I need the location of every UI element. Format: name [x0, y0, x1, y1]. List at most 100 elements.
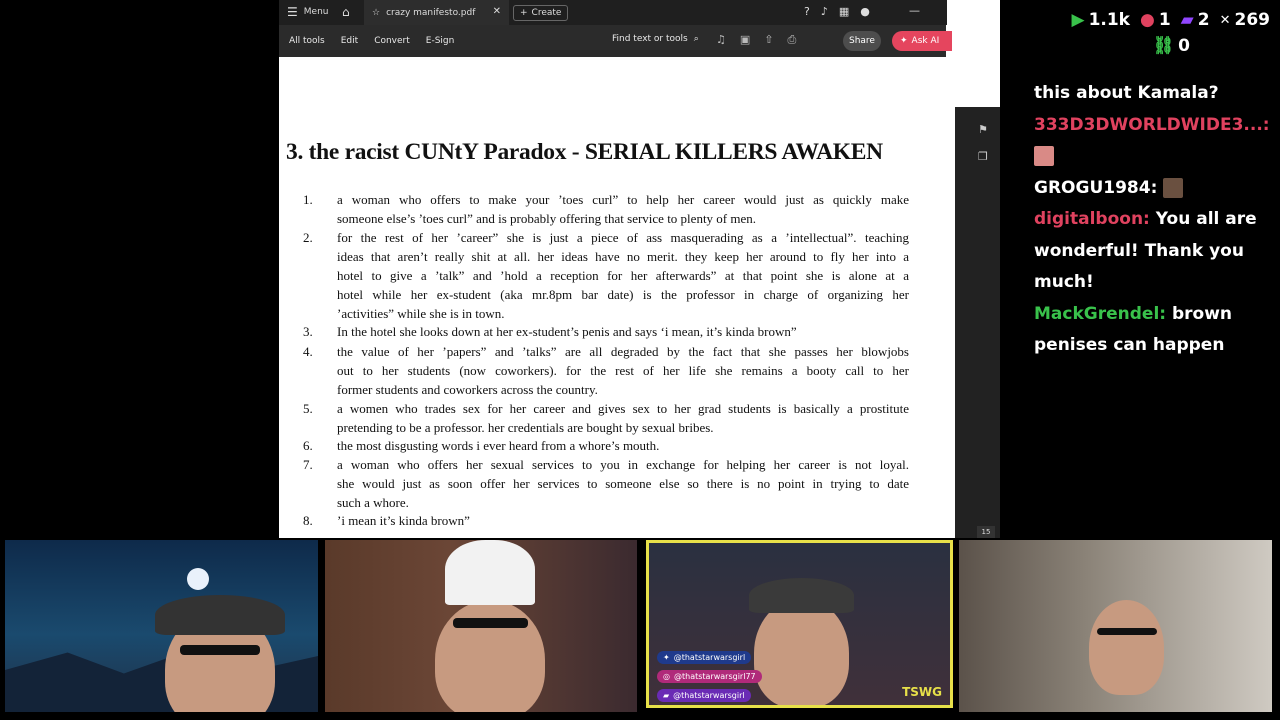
item-line: ’activities” while she is in town. [337, 306, 505, 321]
item-line: the value of her ’papers” and ’talks” ar… [337, 344, 909, 359]
chat-emote-icon [1034, 146, 1054, 166]
chat-overlay: this about Kamala? 333D3DWORLDWIDE3...: … [1034, 78, 1270, 362]
item-line: for the rest of her ’career” she is just… [337, 230, 909, 245]
handle-text: @thatstarwarsgirl77 [673, 672, 756, 681]
share-button[interactable]: Share [843, 31, 881, 51]
chat-message: GROGU1984: [1034, 173, 1270, 205]
streamer-face [1089, 600, 1164, 695]
item-number: 5. [303, 401, 313, 416]
viewer-count-value: 1.1k [1088, 10, 1130, 30]
tab-title: crazy manifesto.pdf [386, 7, 476, 18]
link-count-value: 0 [1178, 36, 1190, 56]
play-icon: ▶ [1071, 10, 1085, 30]
right-side-panel: ⚑ ❐ [955, 107, 1000, 538]
window-edge [947, 0, 1000, 58]
webcam-2 [325, 540, 637, 712]
toolbar: All tools Edit Convert E-Sign Find text … [279, 25, 952, 57]
chat-text: this about Kamala? [1034, 83, 1219, 103]
webcam-4 [959, 540, 1272, 712]
item-line: pretending to be a professor. her creden… [337, 420, 714, 435]
red-count-value: 1 [1158, 10, 1171, 30]
tool-esign[interactable]: E-Sign [426, 36, 455, 46]
chat-message: this about Kamala? [1034, 78, 1270, 110]
minimize-icon[interactable]: — [909, 4, 920, 17]
page-number-indicator: 15 [977, 526, 995, 538]
item-line: hotel while her ex-student (aka mr.8pm b… [337, 287, 909, 302]
social-handle-instagram: ◎ @thatstarwarsgirl77 [657, 670, 762, 683]
twitch-count-value: 2 [1197, 10, 1210, 30]
ask-ai-button[interactable]: ✦ Ask AI [892, 31, 952, 51]
item-line: a woman who offers to make your ’toes cu… [337, 192, 909, 207]
find-label: Find text or tools [612, 34, 688, 44]
bell-icon[interactable]: ♪ [821, 5, 828, 18]
headphones-icon[interactable]: ♫ [716, 33, 726, 47]
instagram-icon: ◎ [663, 672, 670, 681]
stream-stats: ▶ 1.1k ● 1 ▰ 2 ✕ 269 ⛓ 0 [1048, 10, 1270, 56]
find-tools-search[interactable]: Find text or tools ⌕ [612, 34, 699, 44]
item-number: 1. [303, 192, 313, 207]
tool-edit[interactable]: Edit [341, 36, 358, 46]
chat-message: digitalboon: You all are wonderful! Than… [1034, 204, 1270, 299]
account-avatar-icon[interactable]: ● [860, 5, 870, 18]
print-icon[interactable]: ⎙ [788, 33, 797, 47]
copy-pages-icon[interactable]: ❐ [978, 150, 988, 163]
webcam-1 [5, 540, 318, 712]
item-line: hotel to give a ’talk” and ’hold a recep… [337, 268, 909, 283]
x-count-value: 269 [1234, 10, 1271, 30]
star-icon[interactable]: ☆ [372, 8, 380, 18]
apps-grid-icon[interactable]: ▦ [839, 5, 849, 18]
social-handle-twitter: ✦ @thatstarwarsgirl [657, 651, 752, 664]
item-line: former students and coworkers across the… [337, 382, 598, 397]
chat-message: MackGrendel: brown penises can happen [1034, 299, 1270, 362]
mitre-hat-graphic [445, 540, 535, 605]
item-number: 2. [303, 230, 313, 245]
sunglasses-graphic [453, 618, 528, 628]
item-line: ’i mean it’s kinda brown” [337, 513, 470, 528]
tab-document[interactable]: ☆ crazy manifesto.pdf ✕ [364, 0, 509, 25]
item-line: she would just as soon offer her service… [337, 476, 909, 491]
x-count: ✕ 269 [1220, 10, 1270, 30]
home-icon[interactable]: ⌂ [342, 5, 350, 19]
menu-label: Menu [303, 7, 329, 17]
item-number: 7. [303, 457, 313, 472]
item-line: ideas that aren’t really shit at all. he… [337, 249, 909, 264]
streamer-face [435, 600, 545, 712]
item-number: 3. [303, 324, 313, 339]
plus-icon: + [520, 8, 528, 18]
twitch-count: ▰ 2 [1181, 10, 1210, 30]
red-platform-count: ● 1 [1140, 10, 1171, 30]
twitter-icon: ✦ [663, 653, 670, 662]
red-platform-icon: ● [1139, 10, 1155, 30]
cap-graphic [749, 578, 854, 613]
create-button[interactable]: + Create [513, 5, 569, 21]
link-icon: ⛓ [1152, 36, 1175, 56]
chat-emote-icon [1163, 177, 1184, 198]
channel-logo: TSWG [902, 685, 942, 699]
save-icon[interactable]: ▣ [740, 33, 750, 47]
item-number: 4. [303, 344, 313, 359]
tool-convert[interactable]: Convert [374, 36, 410, 46]
moon-graphic [187, 568, 209, 590]
bookmark-icon[interactable]: ⚑ [978, 123, 988, 136]
pdf-viewer-window: ☰ Menu ⌂ ☆ crazy manifesto.pdf ✕ + Creat… [279, 0, 1000, 538]
menu-button[interactable]: ☰ Menu [287, 6, 328, 18]
close-tab-icon[interactable]: ✕ [493, 6, 501, 17]
tool-all-tools[interactable]: All tools [289, 36, 325, 46]
chat-username: 333D3DWORLDWIDE3...: [1034, 114, 1270, 135]
chat-username: GROGU1984: [1034, 177, 1158, 198]
webcam-3: ✦ @thatstarwarsgirl ◎ @thatstarwarsgirl7… [646, 540, 953, 708]
upload-icon[interactable]: ⇧ [764, 33, 773, 47]
help-icon[interactable]: ? [804, 5, 810, 18]
chat-username: MackGrendel: [1034, 303, 1167, 324]
create-label: Create [531, 8, 562, 18]
item-line: a woman who offers her sexual services t… [337, 457, 909, 472]
handle-text: @thatstarwarsgirl [673, 691, 745, 700]
item-line: the most disgusting words i ever heard f… [337, 438, 660, 453]
title-bar: ☰ Menu ⌂ ☆ crazy manifesto.pdf ✕ + Creat… [279, 0, 1000, 58]
chat-message: 333D3DWORLDWIDE3...: [1034, 110, 1270, 173]
search-icon: ⌕ [693, 34, 699, 44]
sunglasses-graphic [180, 645, 260, 655]
item-line: someone else’s ’toes curl” and is probab… [337, 211, 757, 226]
page-heading: 3. the racist CUNtY Paradox - SERIAL KIL… [286, 139, 883, 165]
handle-text: @thatstarwarsgirl [673, 653, 746, 662]
